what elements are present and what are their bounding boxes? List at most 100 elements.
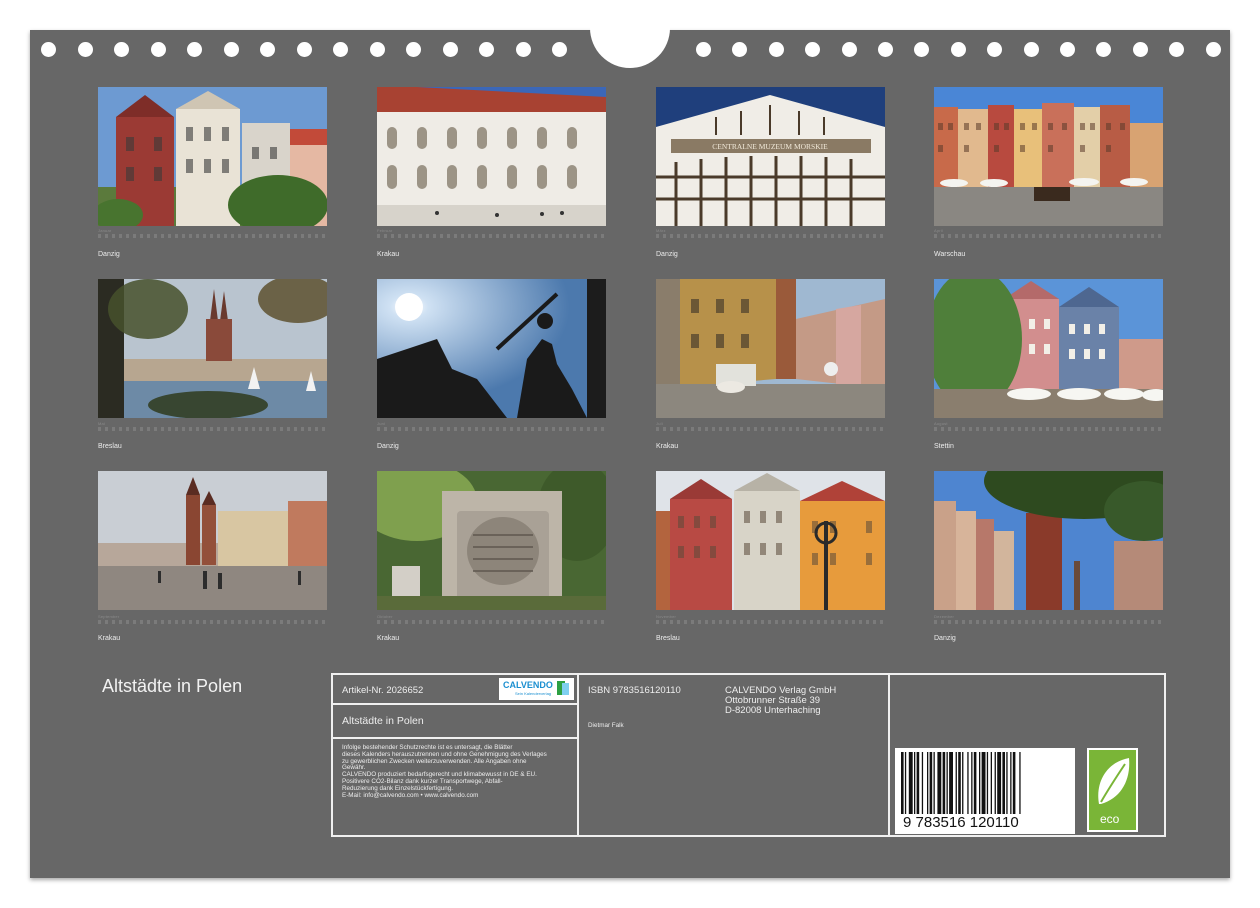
barcode-bar: [946, 752, 948, 814]
month-photo-10: [377, 471, 606, 610]
binding-hole: [914, 42, 930, 57]
city-caption: Danzig: [377, 443, 399, 450]
binding-hole: [296, 42, 312, 57]
divider: [888, 675, 890, 835]
divider: [577, 675, 579, 835]
barcode-bar: [1002, 752, 1005, 814]
barcode-bar: [986, 752, 989, 814]
barcode-bar: [1006, 752, 1008, 814]
binding-hole: [1205, 42, 1221, 57]
binding-hole: [77, 42, 93, 57]
date-strip-6: Juni: [377, 421, 606, 435]
date-strip-5: Mai: [98, 421, 327, 435]
binding-hole: [114, 42, 129, 57]
month-photo-2: [377, 87, 606, 226]
month-photo-11: [656, 471, 885, 610]
barcode-bar: [1010, 752, 1012, 814]
barcode-bar: [927, 752, 929, 814]
month-photo-7: [656, 279, 885, 418]
barcode-bar: [916, 752, 920, 814]
binding-hole: [987, 42, 1003, 57]
barcode-bar: [981, 752, 986, 814]
binding-hole: [223, 42, 239, 57]
article-number: Artikel-Nr. 2026652: [342, 685, 424, 696]
binding-hole: [515, 42, 531, 57]
date-strip-1: Januar: [98, 228, 327, 242]
month-photo-5: [98, 279, 327, 418]
barcode-bar: [958, 752, 961, 814]
barcode-bar: [967, 752, 969, 814]
city-caption: Danzig: [656, 251, 678, 258]
city-caption: Krakau: [98, 635, 121, 642]
barcode-bar: [962, 752, 964, 814]
barcode-bar: [914, 752, 916, 814]
binding-hole: [260, 42, 275, 57]
binding-hole: [1169, 42, 1185, 57]
city-caption: Danzig: [98, 251, 120, 258]
barcode-bar: [901, 752, 904, 814]
binding-hole: [1023, 42, 1039, 57]
binding-hole: [1060, 42, 1075, 57]
binding-hole: [768, 42, 784, 57]
city-caption: Warschau: [934, 251, 966, 258]
city-caption: Danzig: [934, 635, 956, 642]
calendar-back-cover: CENTRALNE MUZEUM MORSKIE Januar Februar …: [30, 0, 1230, 878]
barcode-bar: [942, 752, 946, 814]
publisher-info-box: Artikel-Nr. 2026652 CALVENDO Sein Kalend…: [331, 673, 1166, 837]
city-caption: Breslau: [656, 635, 680, 642]
barcode-bar: [1012, 752, 1016, 814]
city-caption: Krakau: [377, 251, 400, 258]
legal-text: Infolge bestehender Schutzrechte ist es …: [342, 744, 547, 799]
barcode-bar: [949, 752, 953, 814]
barcode-bar: [904, 752, 907, 814]
month-photo-9: [98, 471, 327, 610]
date-strip-4: April: [934, 228, 1163, 242]
city-caption: Stettin: [934, 443, 954, 450]
month-photo-3: CENTRALNE MUZEUM MORSKIE: [656, 87, 885, 226]
eco-badge: eco: [1087, 748, 1138, 832]
binding-hole: [333, 42, 348, 57]
month-photo-12: [934, 471, 1163, 610]
barcode-bar: [971, 752, 973, 814]
calvendo-logo: CALVENDO Sein Kalenderverlag: [499, 678, 574, 700]
divider: [333, 703, 577, 705]
barcode-bar: [997, 752, 1002, 814]
binding-hole: [369, 42, 385, 57]
binding-hole: [552, 42, 567, 57]
calvendo-logo-tagline: Sein Kalenderverlag: [515, 691, 552, 696]
barcode-bar: [933, 752, 935, 814]
binding-hole: [841, 42, 857, 57]
city-caption: Krakau: [656, 443, 679, 450]
barcode-bar: [929, 752, 933, 814]
date-strip-12: Dezember: [934, 614, 1163, 628]
binding-hole: [732, 42, 748, 57]
date-strip-7: Juli: [656, 421, 885, 435]
leaf-icon: [1098, 758, 1130, 804]
binding-hole: [805, 42, 821, 57]
publisher-city: D-82008 Unterhaching: [725, 705, 821, 716]
binding-hole: [187, 42, 202, 57]
city-caption: Breslau: [98, 443, 122, 450]
binding-hole: [41, 42, 56, 57]
museum-sign-text: CENTRALNE MUZEUM MORSKIE: [712, 142, 828, 151]
product-title: Altstädte in Polen: [342, 715, 424, 727]
barcode-digits: 9 783516 120110: [903, 814, 1019, 831]
barcode-bar: [937, 752, 942, 814]
month-photo-4: [934, 87, 1163, 226]
barcode-bar: [990, 752, 992, 814]
divider: [333, 737, 577, 739]
isbn: ISBN 9783516120110: [588, 685, 681, 696]
month-photo-1: [98, 87, 327, 226]
date-strip-11: November: [656, 614, 885, 628]
date-strip-3: März: [656, 228, 885, 242]
date-strip-9: September: [98, 614, 327, 628]
date-strip-10: Oktober: [377, 614, 606, 628]
binding-hole: [878, 42, 893, 57]
city-caption: Krakau: [377, 635, 400, 642]
binding-hole: [950, 42, 966, 57]
date-strip-2: Februar: [377, 228, 606, 242]
barcode-bar: [979, 752, 981, 814]
barcode-bar: [994, 752, 996, 814]
binding-hole: [442, 42, 458, 57]
eco-label: eco: [1100, 812, 1120, 826]
